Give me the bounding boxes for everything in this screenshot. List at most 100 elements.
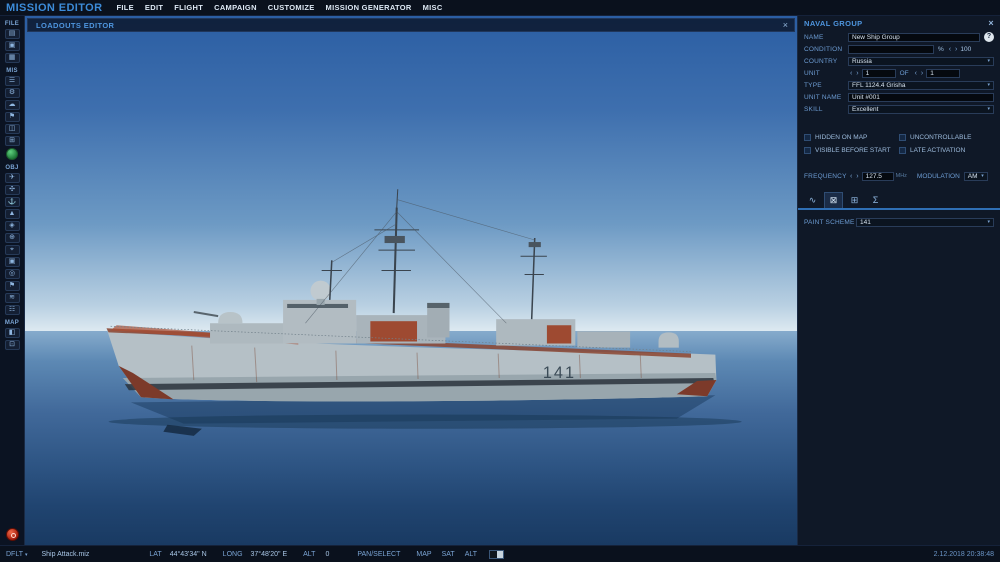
paint-scheme-dropdown[interactable]: 141 ▾ [856,217,994,227]
template-icon[interactable]: ⊕ [4,233,20,243]
menu-file[interactable]: FILE [116,3,133,12]
airfield-icon[interactable]: ▣ [4,257,20,267]
map-layer-icon[interactable]: ◧ [4,328,20,338]
country-dropdown[interactable]: Russia ▾ [848,56,994,66]
unit-of-label: OF [899,69,909,77]
skill-dropdown[interactable]: Excellent ▾ [848,104,994,114]
alt-value: 0 [325,550,330,558]
frequency-spinner-arrows[interactable]: ‹ › [850,173,860,180]
static-object-icon[interactable]: ◈ [4,221,20,231]
3d-viewport[interactable]: LOADOUTS EDITOR × 141 [25,16,797,545]
lat-value: 44°43'34" N [169,550,207,558]
mission-editor-window: MISSION EDITOR FILE EDIT FLIGHT CAMPAIGN… [0,0,1000,562]
structure-icon[interactable]: ☷ [4,305,20,315]
exit-icon[interactable] [6,528,19,541]
sat-button[interactable]: SAT [442,551,455,558]
farp-icon[interactable]: ⌖ [4,245,20,255]
mission-filename: Ship Attack.miz [41,550,90,558]
chevron-down-icon: ▾ [987,106,990,112]
save-mission-icon[interactable]: ▦ [4,53,20,63]
percent-label: % [938,45,944,53]
condition-input[interactable] [848,44,934,54]
type-label: TYPE [804,81,822,89]
type-dropdown[interactable]: FFL 1124.4 Grisha ▾ [848,80,994,90]
rules-icon[interactable]: ⊞ [4,136,20,146]
toolbar-section-mis: MIS [6,68,18,74]
map-marker-icon[interactable]: ⊡ [4,340,20,350]
menu-campaign[interactable]: CAMPAIGN [214,3,257,12]
visible-before-start-checkbox[interactable]: VISIBLE BEFORE START [804,147,899,154]
trigger-zone-icon[interactable]: ◎ [4,269,20,279]
ship-icon[interactable]: ⚓ [4,197,20,207]
group-name-input[interactable] [848,32,980,42]
paint-scheme-label: PAINT SCHEME [804,218,855,226]
late-activation-checkbox[interactable]: LATE ACTIVATION [899,147,965,154]
alt-button[interactable]: ALT [465,551,477,558]
close-icon[interactable]: × [988,19,994,28]
pan-select-mode[interactable]: PAN/SELECT [357,551,400,558]
triggers-icon[interactable]: ◫ [4,124,20,134]
menu-edit[interactable]: EDIT [145,3,163,12]
checkbox-icon [804,134,811,141]
options-icon[interactable]: ⚙ [4,88,20,98]
menu-customize[interactable]: CUSTOMIZE [268,3,315,12]
toolbar-section-obj: OBJ [5,165,19,171]
condition-spinner-arrows[interactable]: ‹ › [949,46,959,53]
tab-group-icon[interactable]: ⊠ [824,192,843,208]
helicopter-icon[interactable]: ✣ [4,185,20,195]
briefing-icon[interactable]: ☰ [4,76,20,86]
uncontrollable-checkbox[interactable]: UNCONTROLLABLE [899,134,971,141]
vehicle-icon[interactable]: ▲ [4,209,20,219]
condition-label: CONDITION [804,45,843,53]
frequency-value[interactable]: 127.5 [861,171,894,181]
ship-model[interactable]: 141 [70,171,760,445]
mission-status-icon[interactable] [6,148,18,160]
help-icon[interactable]: ? [984,32,994,42]
sea-template-icon[interactable]: ≋ [4,293,20,303]
alt-label: ALT [303,550,316,558]
frequency-unit: MHz [895,173,907,179]
preset-dropdown[interactable]: DFLT ▾ [6,551,28,558]
toolbar-section-map: MAP [4,320,20,326]
modulation-dropdown[interactable]: AM ▾ [963,171,988,181]
datetime: 2.12.2018 20:38:48 [933,550,994,558]
aircraft-icon[interactable]: ✈ [4,173,20,183]
tab-route-icon[interactable]: ∿ [803,192,822,208]
map-button[interactable]: MAP [416,551,431,558]
menu-flight[interactable]: FLIGHT [174,3,203,12]
unit-name-input[interactable] [848,92,994,102]
new-mission-icon[interactable]: ▤ [4,29,20,39]
chevron-down-icon: ▾ [987,219,990,225]
skill-label: SKILL [804,105,823,113]
checkbox-icon [899,134,906,141]
unit-count-spinner-arrows[interactable]: ‹ › [850,70,860,77]
unit-label: UNIT [804,69,820,77]
open-mission-icon[interactable]: ▣ [4,41,20,51]
country-label: COUNTRY [804,57,838,65]
menu-mission-generator[interactable]: MISSION GENERATOR [326,3,412,12]
group-tabstrip: ∿ ⊠ ⊞ Σ [798,191,1000,210]
unit-total-spinner-arrows[interactable]: ‹ › [915,70,925,77]
left-toolbar: FILE ▤ ▣ ▦ MIS ☰ ⚙ ☁ ⚑ ◫ ⊞ OBJ ✈ ✣ ⚓ ▲ ◈… [0,16,25,545]
app-title: MISSION EDITOR [6,1,103,14]
hidden-on-map-checkbox[interactable]: HIDDEN ON MAP [804,134,899,141]
loadouts-editor-title: LOADOUTS EDITOR [36,20,115,30]
layer-toggle-icon[interactable] [489,549,505,559]
goals-icon[interactable]: ⚑ [4,112,20,122]
status-bar: DFLT ▾ Ship Attack.miz LAT 44°43'34" N LO… [0,545,1000,562]
unit-count-value[interactable]: 1 [861,68,896,78]
lat-label: LAT [149,550,162,558]
chevron-down-icon: ▾ [981,173,984,179]
unit-total-value[interactable]: 1 [926,68,961,78]
naval-group-title: NAVAL GROUP [804,19,863,28]
tab-payload-icon[interactable]: ⊞ [845,192,864,208]
checkbox-icon [899,147,906,154]
condition-spin-value: 100 [960,45,972,53]
chevron-down-icon: ▾ [987,58,990,64]
menu-misc[interactable]: MISC [423,3,443,12]
waypoint-icon[interactable]: ⚑ [4,281,20,291]
unit-name-label: UNIT NAME [804,93,842,101]
close-icon[interactable]: × [783,20,788,30]
weather-icon[interactable]: ☁ [4,100,20,110]
tab-summary-icon[interactable]: Σ [866,192,885,208]
